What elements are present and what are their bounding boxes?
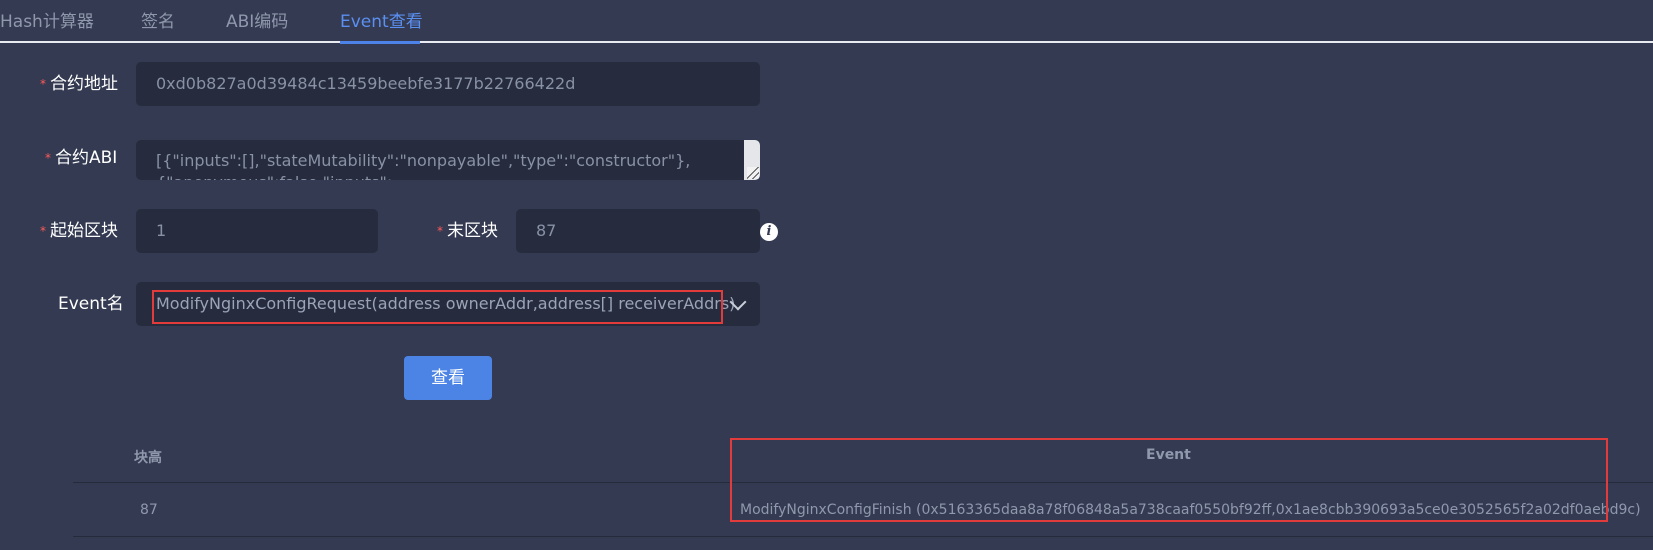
cell-block-height: 87 (140, 502, 158, 518)
start-block-value: 1 (156, 221, 167, 240)
contract-address-label-text: 合约地址 (50, 74, 118, 94)
contract-abi-textarea[interactable]: [{"inputs":[],"stateMutability":"nonpaya… (136, 140, 760, 180)
column-header-height: 块高 (134, 450, 162, 466)
event-name-highlight-box (152, 290, 723, 324)
contract-address-label: * 合约地址 (40, 72, 118, 96)
tab-abi-encode[interactable]: ABI编码 (226, 8, 288, 36)
end-block-input[interactable]: 87 (516, 209, 760, 253)
contract-address-value: 0xd0b827a0d39484c13459beebfe3177b2276642… (156, 74, 576, 93)
contract-address-input[interactable]: 0xd0b827a0d39484c13459beebfe3177b2276642… (136, 62, 760, 106)
tab-hash-calculator[interactable]: Hash计算器 (0, 8, 94, 36)
tab-divider (0, 41, 1653, 43)
contract-abi-value-line2: {"anonymous":false,"inputs": (156, 172, 760, 180)
event-name-label-text: Event名 (58, 294, 124, 314)
required-mark: * (45, 151, 51, 165)
tab-signature[interactable]: 签名 (141, 8, 175, 36)
contract-abi-label-text: 合约ABI (55, 148, 118, 168)
tab-event-viewer[interactable]: Event查看 (340, 8, 423, 36)
active-tab-indicator (340, 41, 420, 44)
tab-bar: Hash计算器 签名 ABI编码 Event查看 (0, 0, 1653, 44)
table-row-divider (73, 536, 1653, 537)
required-mark: * (40, 77, 46, 91)
end-block-value: 87 (536, 221, 557, 240)
textarea-resize-handle[interactable] (747, 167, 759, 179)
event-column-highlight-box (730, 438, 1608, 522)
required-mark: * (437, 224, 443, 238)
contract-abi-value-line1: [{"inputs":[],"stateMutability":"nonpaya… (156, 151, 691, 170)
info-icon[interactable]: i (760, 223, 778, 241)
start-block-label: * 起始区块 (40, 219, 118, 243)
start-block-input[interactable]: 1 (136, 209, 378, 253)
event-name-label: Event名 (58, 292, 124, 316)
end-block-label-text: 末区块 (447, 221, 498, 241)
required-mark: * (40, 224, 46, 238)
end-block-label: * 末区块 (437, 219, 498, 243)
start-block-label-text: 起始区块 (50, 221, 118, 241)
event-viewer-page: Hash计算器 签名 ABI编码 Event查看 * 合约地址 0xd0b827a… (0, 0, 1653, 550)
view-button[interactable]: 查看 (404, 356, 492, 400)
contract-abi-label: * 合约ABI (45, 146, 117, 170)
